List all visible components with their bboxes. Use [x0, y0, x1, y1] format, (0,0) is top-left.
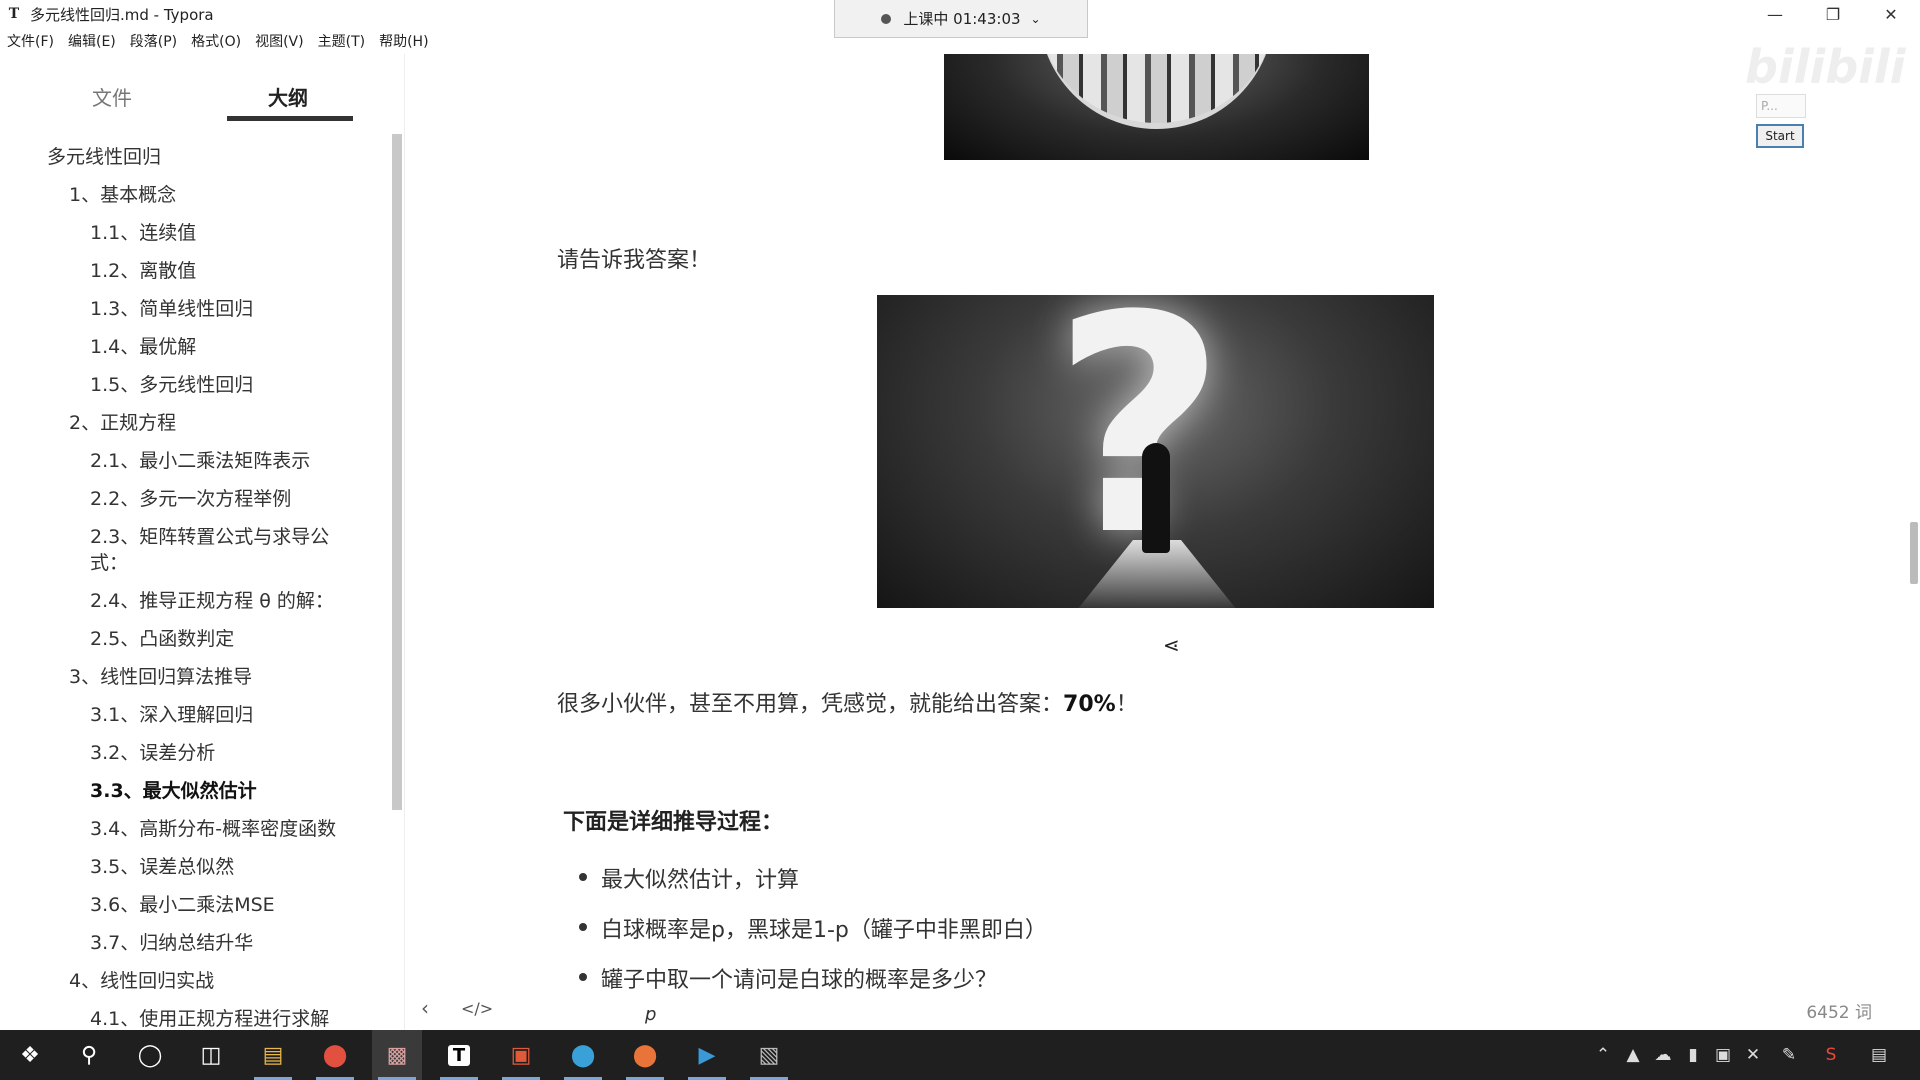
outline-item[interactable]: 1、基本概念 [69, 182, 176, 208]
outline-item[interactable]: 3.4、高斯分布-概率密度函数 [90, 816, 336, 842]
recording-dot-icon [881, 13, 892, 24]
menu-edit[interactable]: 编辑(E) [61, 30, 123, 54]
answer-text: 很多小伙伴，甚至不用算，凭感觉，就能给出答案： [557, 692, 1064, 717]
tab-outline[interactable]: 大纲 [268, 82, 308, 111]
menu-format[interactable]: 格式(O) [184, 30, 248, 54]
outline-item[interactable]: 2、正规方程 [69, 410, 176, 436]
cortana-icon[interactable]: ◯ [125, 1030, 175, 1080]
windows-start-icon[interactable]: ❖ [5, 1030, 55, 1080]
minimize-icon[interactable]: — [1746, 0, 1804, 28]
vase-shape [1039, 54, 1274, 129]
answer-percent: 70% [1063, 692, 1116, 717]
derivation-heading[interactable]: 下面是详细推导过程： [563, 804, 783, 836]
timer-label: 上课中 01:43:03 [903, 10, 1021, 28]
outline-item[interactable]: 2.5、凸函数判定 [90, 626, 234, 652]
outline-item[interactable]: 2.3、矩阵转置公式与求导公 [90, 524, 329, 550]
outline-item[interactable]: 3.1、深入理解回归 [90, 702, 253, 728]
outline-item[interactable]: 2.1、最小二乘法矩阵表示 [90, 448, 310, 474]
question-mark-image: ? [877, 295, 1434, 608]
show-hidden-icons-icon[interactable]: ⌃ [1588, 1030, 1618, 1080]
answer-suffix: ！ [1115, 692, 1138, 717]
outline-item[interactable]: 1.1、连续值 [90, 220, 196, 246]
editor-scrollbar[interactable] [1910, 522, 1918, 584]
tab-files[interactable]: 文件 [92, 82, 132, 111]
sidebar-scrollbar[interactable] [392, 134, 402, 810]
text-cursor-icon: ⋖ [1163, 633, 1180, 657]
outline-item[interactable]: 4、线性回归实战 [69, 968, 214, 994]
bilibili-watermark: bilibili [1745, 40, 1906, 94]
onedrive-icon[interactable]: ☁ [1648, 1030, 1678, 1080]
outline-item[interactable]: 3.7、归纳总结升华 [90, 930, 253, 956]
outline-item[interactable]: 1.4、最优解 [90, 334, 196, 360]
sidebar-tabs: 文件 大纲 [0, 54, 405, 124]
overlay-field[interactable]: P... [1756, 94, 1806, 118]
firefox-icon[interactable]: ⬤ [620, 1030, 670, 1080]
sidebar: 文件 大纲 多元线性回归 1、基本概念 1.1、连续值 1.2、离散值 1.3、… [0, 54, 405, 1030]
restore-icon[interactable]: ❐ [1804, 0, 1862, 28]
outline-item[interactable]: 3、线性回归算法推导 [69, 664, 252, 690]
tray-app-icon[interactable]: ▲ [1618, 1030, 1648, 1080]
class-timer[interactable]: 上课中 01:43:03 ⌄ [834, 0, 1088, 38]
list-item[interactable]: 白球概率是p，黑球是1-p（罐子中非黑即白） [579, 912, 1047, 944]
chrome-icon[interactable]: ⬤ [310, 1030, 360, 1080]
menu-help[interactable]: 帮助(H) [372, 30, 435, 54]
chevron-down-icon[interactable]: ⌄ [1031, 12, 1041, 26]
notifications-icon[interactable]: ▤ [1864, 1030, 1894, 1080]
file-explorer-icon[interactable]: ▤ [248, 1030, 298, 1080]
outline-item[interactable]: 1.2、离散值 [90, 258, 196, 284]
toggle-sidebar-icon[interactable]: ‹ [421, 996, 429, 1020]
outline-item[interactable]: 3.2、误差分析 [90, 740, 215, 766]
menu-bar: 文件(F) 编辑(E) 段落(P) 格式(O) 视图(V) 主题(T) 帮助(H… [0, 30, 436, 54]
outline-item[interactable]: 2.4、推导正规方程 θ 的解： [90, 588, 334, 614]
paint-icon[interactable]: ▩ [372, 1030, 422, 1080]
pen-icon[interactable]: ✎ [1774, 1030, 1804, 1080]
terminal-icon[interactable]: ▧ [744, 1030, 794, 1080]
menu-paragraph[interactable]: 段落(P) [123, 30, 184, 54]
app-icon[interactable]: ▶ [682, 1030, 732, 1080]
search-icon[interactable]: ⚲ [64, 1030, 114, 1080]
outline-item[interactable]: 3.5、误差总似然 [90, 854, 234, 880]
network-icon[interactable]: ▣ [1708, 1030, 1738, 1080]
window-controls: — ❐ ✕ [1746, 0, 1920, 28]
outline-item[interactable]: 4.1、使用正规方程进行求解 [90, 1006, 329, 1032]
person-silhouette [1142, 443, 1170, 553]
paragraph-ask[interactable]: 请告诉我答案！ [557, 242, 711, 274]
task-view-icon[interactable]: ◫ [186, 1030, 236, 1080]
outline-item[interactable]: 3.6、最小二乘法MSE [90, 892, 275, 918]
outline-item[interactable]: 多元线性回归 [47, 144, 161, 170]
outline-item[interactable]: 2.2、多元一次方程举例 [90, 486, 291, 512]
question-mark-shape: ? [1052, 295, 1227, 601]
input-method-icon[interactable]: S [1816, 1030, 1846, 1080]
source-code-mode-icon[interactable]: </> [461, 999, 493, 1018]
word-count[interactable]: 6452 词 [1806, 998, 1872, 1023]
typora-app-icon: T [8, 6, 20, 22]
presenter-icon[interactable]: ▣ [496, 1030, 546, 1080]
editor[interactable]: 请告诉我答案！ ? 很多小伙伴，甚至不用算，凭感觉，就能给出答案：70%！ 下面… [405, 54, 1920, 1030]
active-tab-indicator [227, 116, 353, 121]
status-bar: ‹ </> 6452 词 [405, 990, 1920, 1026]
outline-item[interactable]: 1.5、多元线性回归 [90, 372, 253, 398]
typora-icon[interactable]: T [434, 1030, 484, 1080]
menu-theme[interactable]: 主题(T) [311, 30, 372, 54]
close-icon[interactable]: ✕ [1862, 0, 1920, 28]
menu-view[interactable]: 视图(V) [248, 30, 311, 54]
volume-muted-icon[interactable]: ✕ [1738, 1030, 1768, 1080]
start-button[interactable]: Start [1756, 124, 1804, 148]
menu-file[interactable]: 文件(F) [0, 30, 61, 54]
outline-item[interactable]: 1.3、简单线性回归 [90, 296, 253, 322]
paragraph-answer[interactable]: 很多小伙伴，甚至不用算，凭感觉，就能给出答案：70%！ [557, 686, 1138, 718]
edge-icon[interactable]: ⬤ [558, 1030, 608, 1080]
outline-item-active[interactable]: 3.3、最大似然估计 [90, 778, 257, 804]
list-item[interactable]: 最大似然估计，计算 [578, 862, 799, 894]
window-title: 多元线性回归.md - Typora [30, 5, 214, 24]
battery-icon[interactable]: ▮ [1678, 1030, 1708, 1080]
vase-image [944, 54, 1369, 160]
outline-item-continued[interactable]: 式： [90, 550, 128, 576]
taskbar: ❖ ⚲ ◯ ◫ ▤ ⬤ ▩ T ▣ ⬤ ⬤ ▶ ▧ ⌃ ▲ ☁ ▮ ▣ ✕ ✎ … [0, 1030, 1920, 1080]
